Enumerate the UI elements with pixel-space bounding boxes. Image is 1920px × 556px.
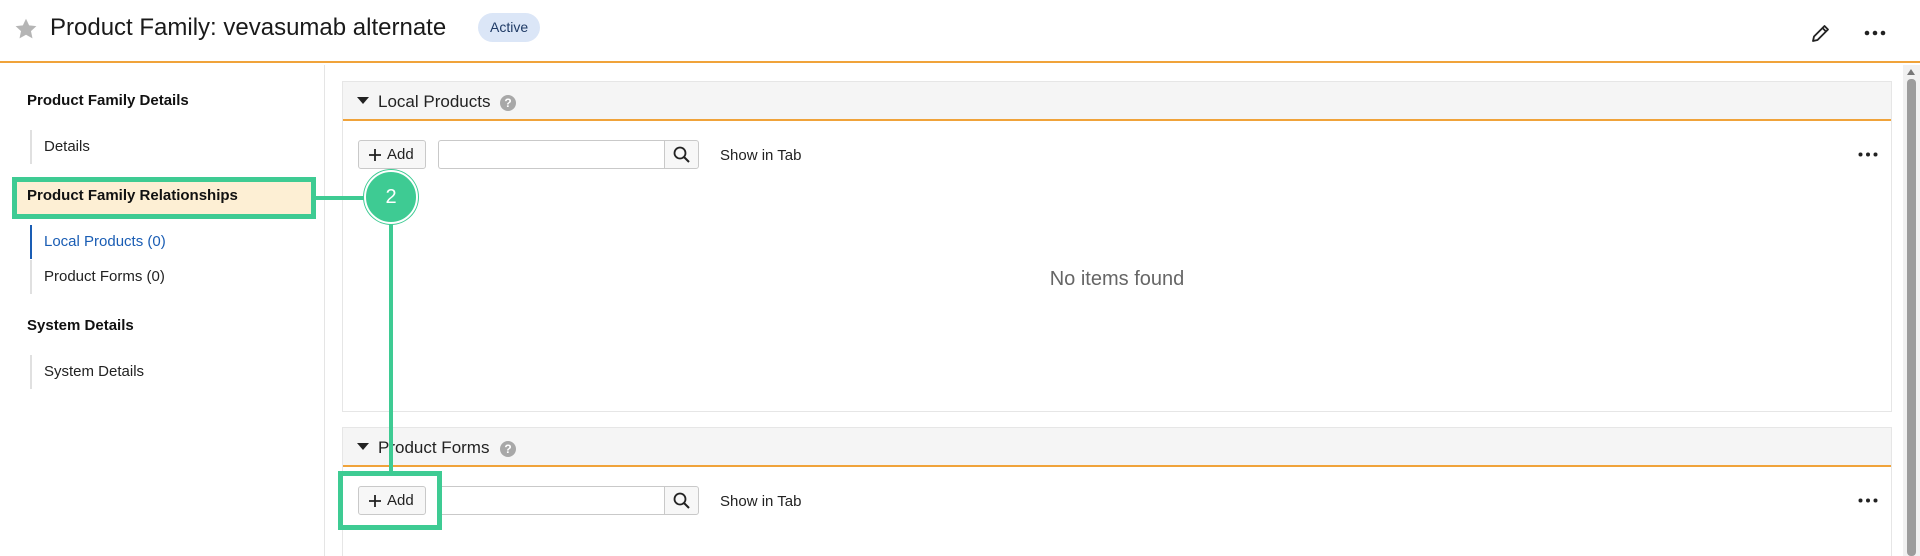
annotation-highlight-box bbox=[12, 177, 316, 219]
sidebar-heading-system-details[interactable]: System Details bbox=[27, 317, 134, 334]
sidebar-item-system-details[interactable]: System Details bbox=[30, 355, 290, 389]
annotation-connector-line bbox=[389, 222, 393, 474]
help-icon[interactable]: ? bbox=[500, 441, 516, 457]
star-icon[interactable] bbox=[13, 16, 39, 42]
collapse-caret-icon[interactable] bbox=[357, 443, 369, 450]
show-in-tab-link[interactable]: Show in Tab bbox=[720, 147, 801, 164]
add-label: Add bbox=[387, 146, 414, 163]
section-header: Local Products ? bbox=[343, 82, 1891, 121]
sidebar-heading-details[interactable]: Product Family Details bbox=[27, 92, 189, 109]
local-products-search-input[interactable] bbox=[438, 140, 664, 169]
add-local-product-button[interactable]: Add bbox=[358, 140, 426, 169]
product-forms-search-input[interactable] bbox=[438, 486, 664, 515]
ellipsis-icon bbox=[1858, 152, 1878, 157]
annotation-target-box bbox=[338, 471, 442, 530]
plus-icon bbox=[369, 148, 381, 161]
scroll-thumb[interactable] bbox=[1907, 79, 1916, 556]
sidebar-nav: Product Family Details Details Product F… bbox=[0, 65, 325, 556]
search-icon bbox=[673, 492, 690, 509]
sidebar-item-local-products[interactable]: Local Products (0) bbox=[30, 225, 290, 259]
page-title: Product Family: vevasumab alternate bbox=[50, 14, 447, 41]
status-badge: Active bbox=[478, 13, 541, 42]
sidebar-item-product-forms[interactable]: Product Forms (0) bbox=[30, 260, 290, 294]
empty-state-message: No items found bbox=[1049, 268, 1185, 290]
annotation-connector-line bbox=[316, 196, 366, 200]
ellipsis-icon bbox=[1864, 30, 1886, 36]
search-button[interactable] bbox=[664, 486, 699, 515]
help-icon[interactable]: ? bbox=[500, 95, 516, 111]
annotation-step-badge: 2 bbox=[364, 170, 418, 224]
section-header: Product Forms ? bbox=[343, 428, 1891, 467]
collapse-caret-icon[interactable] bbox=[357, 97, 369, 104]
search-icon bbox=[673, 146, 690, 163]
section-title: Product Forms bbox=[378, 438, 490, 457]
page-header: Product Family: vevasumab alternate Acti… bbox=[0, 0, 1920, 63]
show-in-tab-link[interactable]: Show in Tab bbox=[720, 493, 801, 510]
edit-button[interactable] bbox=[1806, 18, 1836, 48]
local-products-section: Local Products ? Add Show in Tab No item… bbox=[342, 81, 1892, 412]
main-content: Local Products ? Add Show in Tab No item… bbox=[326, 65, 1902, 556]
product-forms-section: Product Forms ? Add Show in Tab bbox=[342, 427, 1892, 556]
vertical-scrollbar[interactable] bbox=[1903, 65, 1920, 556]
more-actions-button[interactable] bbox=[1860, 18, 1890, 48]
ellipsis-icon bbox=[1858, 498, 1878, 503]
pencil-icon bbox=[1812, 25, 1829, 42]
sidebar-item-details[interactable]: Details bbox=[30, 130, 290, 164]
section-more-button[interactable] bbox=[1853, 486, 1883, 515]
scroll-up-arrow-icon[interactable] bbox=[1907, 69, 1915, 75]
section-title: Local Products bbox=[378, 92, 491, 111]
section-more-button[interactable] bbox=[1853, 140, 1883, 169]
search-button[interactable] bbox=[664, 140, 699, 169]
